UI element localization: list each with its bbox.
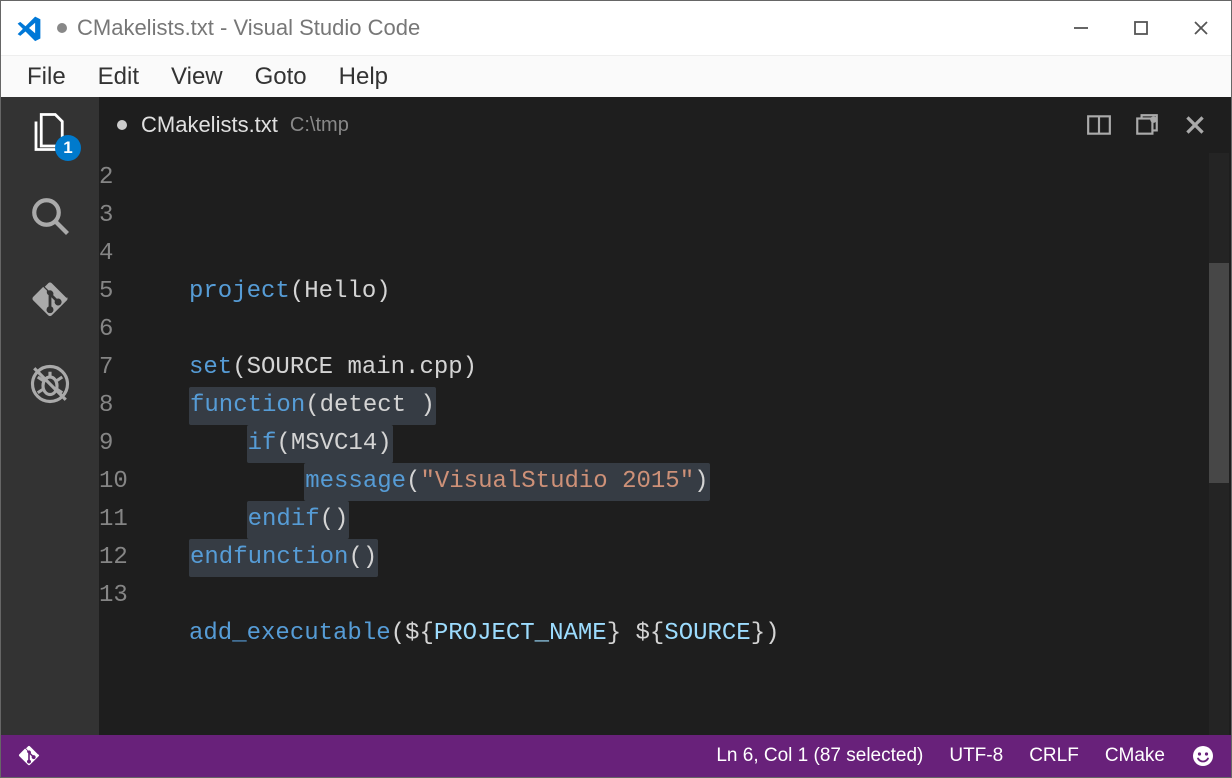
window: CMakelists.txt - Visual Studio Code File… [0,0,1232,778]
close-tab-icon[interactable] [1181,111,1209,139]
search-icon[interactable] [29,195,71,237]
titlebar: CMakelists.txt - Visual Studio Code [1,1,1231,55]
code-line[interactable]: set(SOURCE main.cpp) [189,349,1201,387]
debug-icon[interactable] [29,363,71,405]
tab-bar: CMakelists.txt C:\tmp [99,97,1231,153]
editor-area: CMakelists.txt C:\tmp 234567 [99,97,1231,735]
tab-dirty-icon [117,120,127,130]
status-git-icon[interactable] [17,744,41,768]
main: 1 CMakelists.txt C:\tmp [1,97,1231,735]
code-line[interactable]: add_executable(${PROJECT_NAME} ${SOURCE}… [189,615,1201,653]
dirty-indicator-icon [57,23,67,33]
line-number-gutter: 2345678910111213 [99,153,189,735]
menu-edit[interactable]: Edit [82,63,155,91]
tab-cmakelists[interactable]: CMakelists.txt C:\tmp [99,97,367,153]
code-line[interactable]: function(detect ) [189,387,1201,425]
code-line[interactable] [189,653,1201,691]
menu-goto[interactable]: Goto [239,63,323,91]
code-line[interactable] [189,311,1201,349]
menu-view[interactable]: View [155,63,239,91]
maximize-button[interactable] [1111,1,1171,55]
minimize-button[interactable] [1051,1,1111,55]
code-line[interactable]: project(Hello) [189,273,1201,311]
open-changes-icon[interactable] [1133,111,1161,139]
menu-file[interactable]: File [11,63,82,91]
split-editor-icon[interactable] [1085,111,1113,139]
scrollbar-thumb[interactable] [1209,263,1229,483]
code-line[interactable] [189,577,1201,615]
code-line[interactable] [189,235,1201,273]
window-title: CMakelists.txt - Visual Studio Code [77,15,420,41]
vscode-logo-icon [15,14,43,42]
explorer-icon[interactable]: 1 [29,111,71,153]
code-line[interactable]: if(MSVC14) [189,425,1201,463]
git-icon[interactable] [29,279,71,321]
code-line[interactable]: endfunction() [189,539,1201,577]
code-line[interactable]: endif() [189,501,1201,539]
explorer-badge: 1 [55,135,81,161]
menu-help[interactable]: Help [323,63,404,91]
window-controls [1051,1,1231,55]
activity-bar: 1 [1,97,99,735]
vertical-scrollbar[interactable] [1205,153,1231,735]
code-editor[interactable]: 2345678910111213 project(Hello) set(SOURC… [99,153,1231,735]
tab-filename: CMakelists.txt [141,112,278,138]
menubar: File Edit View Goto Help [1,55,1231,97]
tab-actions [1085,111,1231,139]
tab-path: C:\tmp [290,114,349,137]
close-button[interactable] [1171,1,1231,55]
code-content[interactable]: project(Hello) set(SOURCE main.cpp)functi… [189,153,1231,735]
code-line[interactable]: message("VisualStudio 2015") [189,463,1201,501]
